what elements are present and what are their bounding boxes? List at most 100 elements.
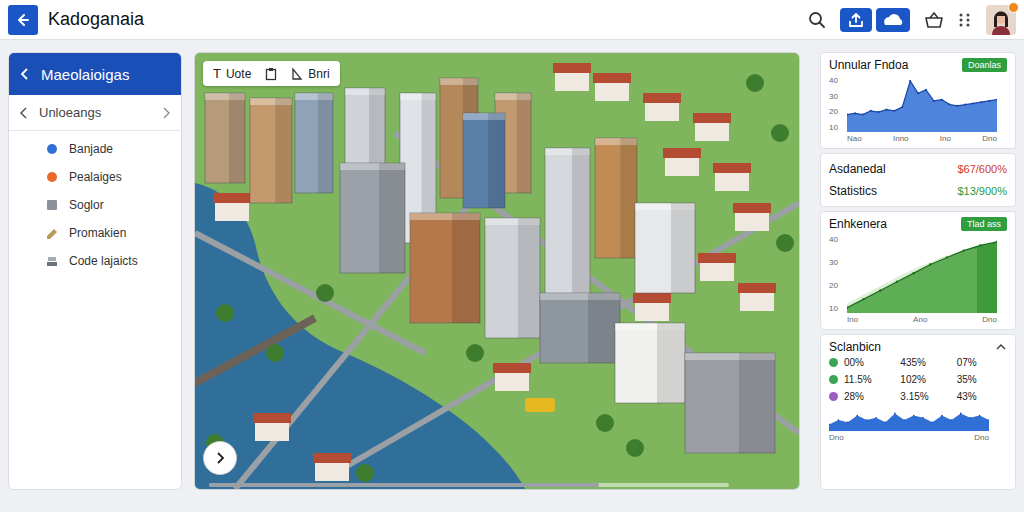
data-point [957, 105, 959, 107]
next-button[interactable] [203, 441, 237, 475]
data-point [996, 99, 997, 101]
basket-icon[interactable] [924, 11, 944, 29]
data-point [949, 104, 951, 106]
y-axis: 40302010 [829, 76, 843, 132]
x-tick: Dno [829, 433, 844, 442]
selection-card: Sclanbicn00%435%07%11.5%102%35%28%3.15%4… [820, 334, 1016, 490]
sidebar-section[interactable]: Unloeangs [9, 95, 181, 131]
y-tick: 40 [829, 76, 843, 85]
selection-value: 28% [844, 391, 894, 402]
y-tick: 20 [829, 107, 843, 116]
chevron-left-icon [19, 106, 29, 120]
card-button[interactable]: Tlad ass [961, 217, 1007, 231]
x-tick: Inno [893, 134, 909, 143]
data-point [988, 419, 989, 421]
growth-card: EnhkeneraTlad ass40302010InoAnoDno [820, 211, 1016, 330]
sidebar-item[interactable]: Banjade [9, 135, 181, 163]
chevron-up-icon[interactable] [995, 342, 1007, 352]
sidebar-item[interactable]: Pealaiges [9, 163, 181, 191]
data-point [829, 424, 830, 426]
clipboard-icon [265, 67, 277, 81]
data-point [901, 106, 903, 108]
selection-value: 3.15% [900, 391, 950, 402]
card-title: Enhkenera [829, 217, 887, 231]
tool-label: Uote [226, 67, 251, 81]
trend-chart [847, 76, 997, 132]
data-point [879, 289, 881, 291]
grid-dots-icon[interactable] [958, 12, 972, 28]
x-tick: Ino [940, 134, 951, 143]
scroll-thumb[interactable] [209, 483, 599, 487]
data-point [912, 272, 914, 274]
back-button[interactable] [8, 5, 38, 35]
data-point [838, 419, 840, 421]
stat-label: Asdanedal [829, 162, 886, 176]
data-point [847, 421, 849, 423]
selection-row[interactable]: 11.5% 102% 35% [829, 371, 1007, 388]
card-title: Unnular Fndoa [829, 58, 908, 72]
dot-icon [45, 170, 59, 184]
data-point [988, 100, 990, 102]
data-point [847, 307, 848, 309]
trend-card: Unnular FndoaDoanlas40302010NaoInnoInoDn… [820, 52, 1016, 149]
data-point [933, 100, 935, 102]
data-point [917, 92, 919, 94]
right-panel: Unnular FndoaDoanlas40302010NaoInnoInoDn… [820, 52, 1016, 490]
item-label: Soglor [69, 198, 104, 212]
item-label: Promakien [69, 226, 126, 240]
selection-value: 11.5% [844, 374, 894, 385]
data-point [893, 110, 895, 112]
selection-value: 35% [957, 374, 1007, 385]
data-point [878, 111, 880, 113]
data-point [854, 112, 856, 114]
map-tool-button[interactable]: Bnri [287, 64, 333, 83]
y-tick: 30 [829, 92, 843, 101]
data-point [870, 110, 872, 112]
sidebar-item[interactable]: Soglor [9, 191, 181, 219]
data-point [885, 421, 887, 423]
data-point [856, 415, 858, 417]
data-point [862, 114, 864, 116]
tool-glyph: T [213, 66, 221, 81]
sidebar-item[interactable]: Code lajaicts [9, 247, 181, 275]
selection-value: 435% [900, 357, 950, 368]
y-axis: 40302010 [829, 235, 843, 313]
stat-row: Asdanedal $67/600% [829, 158, 1007, 180]
notification-badge [1008, 2, 1019, 13]
sidebar-item[interactable]: Promakien [9, 219, 181, 247]
search-icon[interactable] [808, 11, 826, 29]
sidebar: Maeolaioigas Unloeangs Banjade Pealaiges Sog… [8, 52, 182, 490]
main-area: Maeolaioigas Unloeangs Banjade Pealaiges Sog… [0, 40, 1024, 512]
item-label: Pealaiges [69, 170, 122, 184]
selection-row[interactable]: 00% 435% 07% [829, 354, 1007, 371]
map-tool-button[interactable]: T Uote [209, 64, 255, 83]
status-dot [829, 375, 838, 384]
sidebar-header: Maeolaioigas [9, 53, 181, 95]
app-window: KadoganaiaMaeolaioigasUnloeangsBanjadePe… [0, 0, 1024, 512]
y-tick: 20 [829, 281, 843, 290]
data-point [903, 419, 905, 421]
data-point [996, 241, 997, 243]
cloud-icon [882, 12, 904, 28]
upload-icon [847, 12, 865, 28]
cloud-button[interactable] [876, 8, 910, 32]
stat-value: $13/900% [957, 185, 1007, 197]
sidebar-title: Maeolaioigas [41, 66, 129, 83]
upload-button[interactable] [840, 8, 872, 32]
measure-icon [291, 67, 303, 81]
card-button[interactable]: Doanlas [962, 58, 1007, 72]
chevron-left-icon[interactable] [19, 67, 31, 81]
user-avatar[interactable] [986, 5, 1016, 35]
map-tool-button[interactable] [261, 64, 281, 83]
stat-value: $67/600% [957, 163, 1007, 175]
item-label: Code lajaicts [69, 254, 138, 268]
selection-value: 00% [844, 357, 894, 368]
city-map[interactable]: T Uote Bnri [194, 52, 800, 490]
selection-value: 102% [900, 374, 950, 385]
horizontal-scrollbar[interactable] [209, 483, 729, 487]
selection-value: 07% [957, 357, 1007, 368]
data-point [979, 244, 981, 246]
city-render [195, 53, 799, 489]
selection-row[interactable]: 28%3.15%43% [829, 388, 1007, 405]
chevron-right-icon [213, 451, 227, 465]
